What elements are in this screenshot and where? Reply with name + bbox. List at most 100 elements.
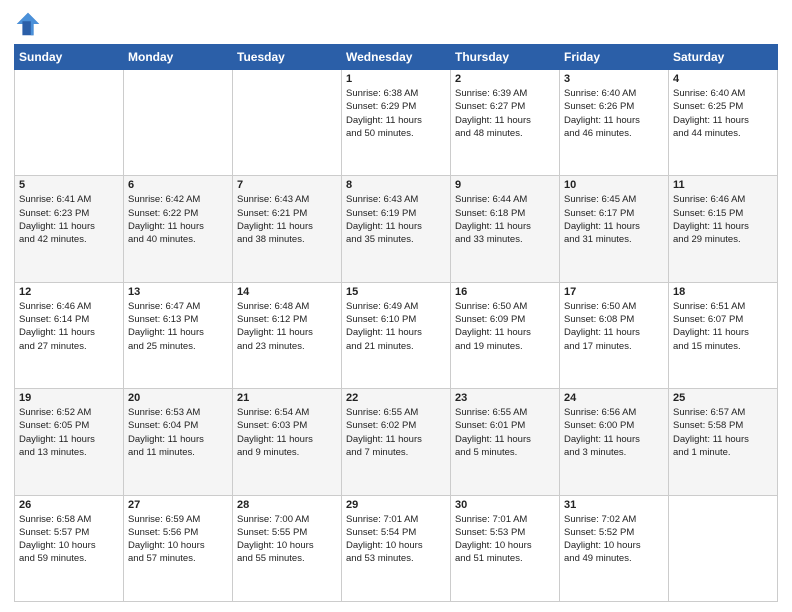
day-number: 16 <box>455 286 555 298</box>
day-number: 14 <box>237 286 337 298</box>
day-number: 8 <box>346 179 446 191</box>
day-info: Sunrise: 6:59 AM Sunset: 5:56 PM Dayligh… <box>128 513 228 566</box>
calendar-week-3: 12 Sunrise: 6:46 AM Sunset: 6:14 PM Dayli… <box>15 282 778 388</box>
day-info: Sunrise: 6:44 AM Sunset: 6:18 PM Dayligh… <box>455 193 555 246</box>
day-number: 3 <box>564 73 664 85</box>
calendar-cell: 1Sunrise: 6:38 AM Sunset: 6:29 PM Daylig… <box>342 70 451 176</box>
calendar-body: 1Sunrise: 6:38 AM Sunset: 6:29 PM Daylig… <box>15 70 778 602</box>
day-number: 24 <box>564 392 664 404</box>
day-info: Sunrise: 6:53 AM Sunset: 6:04 PM Dayligh… <box>128 406 228 459</box>
day-number: 18 <box>673 286 773 298</box>
day-number: 28 <box>237 499 337 511</box>
day-number: 31 <box>564 499 664 511</box>
day-info: Sunrise: 7:02 AM Sunset: 5:52 PM Dayligh… <box>564 513 664 566</box>
calendar-cell <box>669 495 778 601</box>
calendar-cell: 31 Sunrise: 7:02 AM Sunset: 5:52 PM Dayli… <box>560 495 669 601</box>
calendar-cell: 20Sunrise: 6:53 AM Sunset: 6:04 PM Dayli… <box>124 389 233 495</box>
calendar-cell: 22 Sunrise: 6:55 AM Sunset: 6:02 PM Dayli… <box>342 389 451 495</box>
day-info: Sunrise: 6:46 AM Sunset: 6:14 PM Dayligh… <box>19 300 119 353</box>
day-info: Sunrise: 6:56 AM Sunset: 6:00 PM Dayligh… <box>564 406 664 459</box>
day-info: Sunrise: 6:41 AM Sunset: 6:23 PM Dayligh… <box>19 193 119 246</box>
day-number: 29 <box>346 499 446 511</box>
day-info: Sunrise: 6:48 AM Sunset: 6:12 PM Dayligh… <box>237 300 337 353</box>
day-number: 6 <box>128 179 228 191</box>
day-info: Sunrise: 7:01 AM Sunset: 5:53 PM Dayligh… <box>455 513 555 566</box>
day-info: Sunrise: 6:50 AM Sunset: 6:09 PM Dayligh… <box>455 300 555 353</box>
day-info: Sunrise: 6:43 AM Sunset: 6:21 PM Dayligh… <box>237 193 337 246</box>
calendar-week-5: 26Sunrise: 6:58 AM Sunset: 5:57 PM Dayli… <box>15 495 778 601</box>
calendar-cell: 15 Sunrise: 6:49 AM Sunset: 6:10 PM Dayli… <box>342 282 451 388</box>
calendar-cell: 27 Sunrise: 6:59 AM Sunset: 5:56 PM Dayli… <box>124 495 233 601</box>
header-monday: Monday <box>124 45 233 70</box>
calendar-table: Sunday Monday Tuesday Wednesday Thursday… <box>14 44 778 602</box>
day-number: 13 <box>128 286 228 298</box>
calendar-cell: 17 Sunrise: 6:50 AM Sunset: 6:08 PM Dayli… <box>560 282 669 388</box>
calendar-cell: 7Sunrise: 6:43 AM Sunset: 6:21 PM Daylig… <box>233 176 342 282</box>
header-wednesday: Wednesday <box>342 45 451 70</box>
calendar-cell: 18 Sunrise: 6:51 AM Sunset: 6:07 PM Dayli… <box>669 282 778 388</box>
weekday-header-row: Sunday Monday Tuesday Wednesday Thursday… <box>15 45 778 70</box>
calendar-cell: 5Sunrise: 6:41 AM Sunset: 6:23 PM Daylig… <box>15 176 124 282</box>
day-number: 22 <box>346 392 446 404</box>
calendar-cell: 16 Sunrise: 6:50 AM Sunset: 6:09 PM Dayli… <box>451 282 560 388</box>
day-number: 4 <box>673 73 773 85</box>
calendar-cell: 8Sunrise: 6:43 AM Sunset: 6:19 PM Daylig… <box>342 176 451 282</box>
day-number: 12 <box>19 286 119 298</box>
calendar-cell: 19Sunrise: 6:52 AM Sunset: 6:05 PM Dayli… <box>15 389 124 495</box>
day-number: 25 <box>673 392 773 404</box>
day-info: Sunrise: 6:45 AM Sunset: 6:17 PM Dayligh… <box>564 193 664 246</box>
day-info: Sunrise: 6:47 AM Sunset: 6:13 PM Dayligh… <box>128 300 228 353</box>
day-info: Sunrise: 7:00 AM Sunset: 5:55 PM Dayligh… <box>237 513 337 566</box>
calendar-week-2: 5Sunrise: 6:41 AM Sunset: 6:23 PM Daylig… <box>15 176 778 282</box>
calendar-week-1: 1Sunrise: 6:38 AM Sunset: 6:29 PM Daylig… <box>15 70 778 176</box>
header-friday: Friday <box>560 45 669 70</box>
calendar-header: Sunday Monday Tuesday Wednesday Thursday… <box>15 45 778 70</box>
header <box>14 10 778 38</box>
day-info: Sunrise: 6:40 AM Sunset: 6:25 PM Dayligh… <box>673 87 773 140</box>
day-info: Sunrise: 6:55 AM Sunset: 6:02 PM Dayligh… <box>346 406 446 459</box>
header-sunday: Sunday <box>15 45 124 70</box>
calendar-cell: 2 Sunrise: 6:39 AM Sunset: 6:27 PM Daylig… <box>451 70 560 176</box>
calendar-cell <box>15 70 124 176</box>
calendar-cell <box>124 70 233 176</box>
day-number: 30 <box>455 499 555 511</box>
day-number: 11 <box>673 179 773 191</box>
calendar-cell: 4 Sunrise: 6:40 AM Sunset: 6:25 PM Daylig… <box>669 70 778 176</box>
header-tuesday: Tuesday <box>233 45 342 70</box>
calendar-cell: 9Sunrise: 6:44 AM Sunset: 6:18 PM Daylig… <box>451 176 560 282</box>
day-info: Sunrise: 6:54 AM Sunset: 6:03 PM Dayligh… <box>237 406 337 459</box>
calendar-cell: 21 Sunrise: 6:54 AM Sunset: 6:03 PM Dayli… <box>233 389 342 495</box>
day-number: 2 <box>455 73 555 85</box>
day-info: Sunrise: 6:57 AM Sunset: 5:58 PM Dayligh… <box>673 406 773 459</box>
day-info: Sunrise: 6:40 AM Sunset: 6:26 PM Dayligh… <box>564 87 664 140</box>
day-info: Sunrise: 6:49 AM Sunset: 6:10 PM Dayligh… <box>346 300 446 353</box>
calendar-cell: 11 Sunrise: 6:46 AM Sunset: 6:15 PM Dayli… <box>669 176 778 282</box>
header-saturday: Saturday <box>669 45 778 70</box>
calendar-cell: 13 Sunrise: 6:47 AM Sunset: 6:13 PM Dayli… <box>124 282 233 388</box>
day-info: Sunrise: 6:46 AM Sunset: 6:15 PM Dayligh… <box>673 193 773 246</box>
day-info: Sunrise: 6:58 AM Sunset: 5:57 PM Dayligh… <box>19 513 119 566</box>
calendar-cell: 14 Sunrise: 6:48 AM Sunset: 6:12 PM Dayli… <box>233 282 342 388</box>
calendar-cell: 26Sunrise: 6:58 AM Sunset: 5:57 PM Dayli… <box>15 495 124 601</box>
day-number: 10 <box>564 179 664 191</box>
day-info: Sunrise: 6:50 AM Sunset: 6:08 PM Dayligh… <box>564 300 664 353</box>
day-number: 27 <box>128 499 228 511</box>
logo-icon <box>14 10 42 38</box>
day-number: 15 <box>346 286 446 298</box>
day-info: Sunrise: 6:42 AM Sunset: 6:22 PM Dayligh… <box>128 193 228 246</box>
day-number: 17 <box>564 286 664 298</box>
calendar-cell: 28 Sunrise: 7:00 AM Sunset: 5:55 PM Dayli… <box>233 495 342 601</box>
calendar-cell: 25 Sunrise: 6:57 AM Sunset: 5:58 PM Dayli… <box>669 389 778 495</box>
day-number: 21 <box>237 392 337 404</box>
day-info: Sunrise: 6:39 AM Sunset: 6:27 PM Dayligh… <box>455 87 555 140</box>
calendar-week-4: 19Sunrise: 6:52 AM Sunset: 6:05 PM Dayli… <box>15 389 778 495</box>
calendar-cell: 23Sunrise: 6:55 AM Sunset: 6:01 PM Dayli… <box>451 389 560 495</box>
calendar-cell <box>233 70 342 176</box>
page: Sunday Monday Tuesday Wednesday Thursday… <box>0 0 792 612</box>
day-info: Sunrise: 6:38 AM Sunset: 6:29 PM Dayligh… <box>346 87 446 140</box>
day-info: Sunrise: 6:51 AM Sunset: 6:07 PM Dayligh… <box>673 300 773 353</box>
day-number: 19 <box>19 392 119 404</box>
calendar-cell: 3 Sunrise: 6:40 AM Sunset: 6:26 PM Daylig… <box>560 70 669 176</box>
day-info: Sunrise: 7:01 AM Sunset: 5:54 PM Dayligh… <box>346 513 446 566</box>
calendar-cell: 10 Sunrise: 6:45 AM Sunset: 6:17 PM Dayli… <box>560 176 669 282</box>
